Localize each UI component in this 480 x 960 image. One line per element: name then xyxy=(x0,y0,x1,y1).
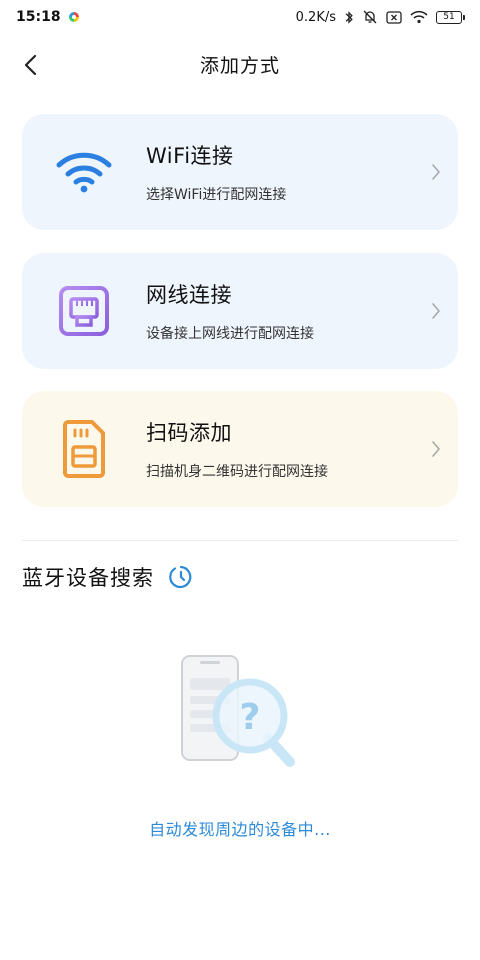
sim-x-icon xyxy=(386,10,402,24)
status-time: 15:18 xyxy=(16,9,61,25)
app-notification-icon xyxy=(68,12,79,22)
refresh-spinner-icon[interactable] xyxy=(168,564,194,590)
bluetooth-section-header: 蓝牙设备搜索 xyxy=(22,562,194,592)
back-button[interactable] xyxy=(14,48,48,82)
chevron-right-icon xyxy=(414,440,458,458)
option-title: 网线连接 xyxy=(146,283,232,307)
mute-bell-icon xyxy=(362,9,378,25)
svg-text:?: ? xyxy=(240,697,261,738)
top-app-bar: 添加方式 xyxy=(0,34,480,94)
ethernet-port-icon xyxy=(22,253,146,369)
section-divider xyxy=(22,540,458,541)
page-title: 添加方式 xyxy=(199,54,280,77)
status-bar: 15:18 0.2K/s 51 xyxy=(0,0,480,34)
option-subtitle: 扫描机身二维码进行配网连接 xyxy=(146,464,328,480)
chevron-right-icon xyxy=(414,302,458,320)
sim-card-icon xyxy=(22,391,146,507)
wifi-signal-icon xyxy=(410,10,428,24)
option-subtitle: 选择WiFi进行配网连接 xyxy=(146,187,287,203)
chevron-right-icon xyxy=(414,163,458,181)
network-speed: 0.2K/s xyxy=(295,9,336,25)
battery-indicator: 51 xyxy=(436,10,465,24)
bluetooth-icon xyxy=(344,10,354,25)
option-title: 扫码添加 xyxy=(146,421,232,445)
bluetooth-section-title: 蓝牙设备搜索 xyxy=(22,566,154,590)
option-scan-card[interactable]: 扫码添加 扫描机身二维码进行配网连接 xyxy=(22,391,458,507)
back-arrow-icon xyxy=(24,54,37,76)
wifi-icon xyxy=(22,114,146,230)
option-wifi-card[interactable]: WiFi连接 选择WiFi进行配网连接 xyxy=(22,114,458,230)
option-title: WiFi连接 xyxy=(146,144,234,168)
searching-status-text: 自动发现周边的设备中... xyxy=(149,820,331,839)
searching-illustration: ? xyxy=(176,652,304,776)
option-ethernet-card[interactable]: 网线连接 设备接上网线进行配网连接 xyxy=(22,253,458,369)
option-subtitle: 设备接上网线进行配网连接 xyxy=(146,326,314,342)
